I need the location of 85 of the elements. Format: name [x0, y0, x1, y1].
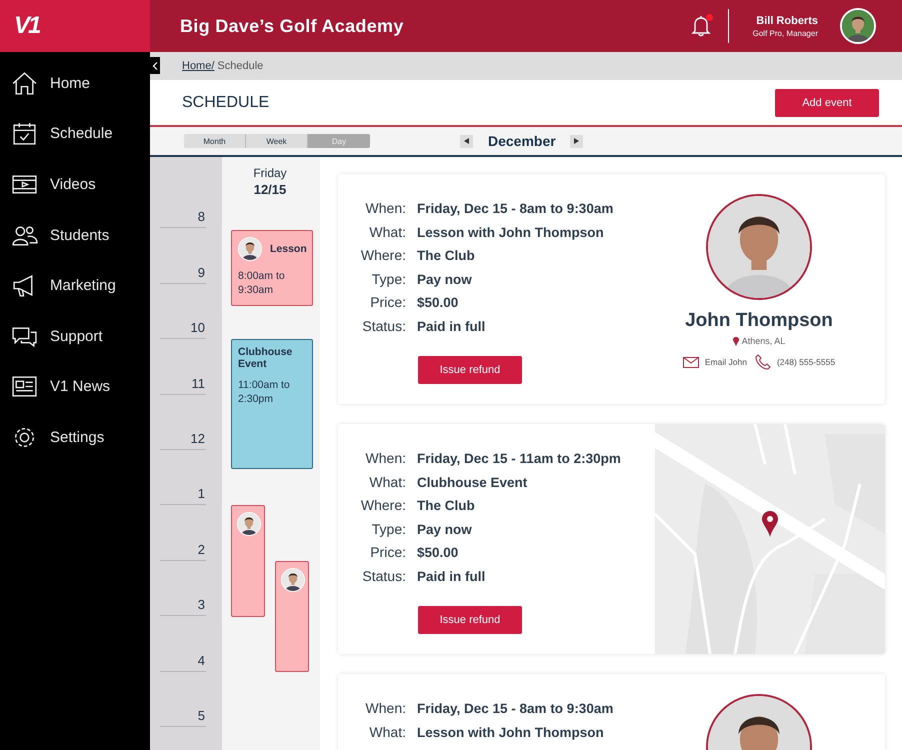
- triangle-left-icon: [464, 138, 469, 144]
- map-pin-icon: [762, 511, 778, 537]
- detail-value: Pay now: [417, 522, 472, 536]
- hour-label: 8: [198, 209, 206, 224]
- detail-label: What:: [368, 224, 406, 240]
- nav-item[interactable]: Support: [0, 310, 150, 362]
- detail-value: Pay now: [417, 272, 472, 286]
- detail-value: Paid in full: [417, 318, 486, 334]
- hour-label: 2: [198, 542, 206, 557]
- detail-value: $50.00: [417, 545, 458, 560]
- previous-month-button[interactable]: [460, 134, 473, 148]
- event-time: 8:00am to 9:30am: [238, 269, 286, 298]
- student-name: John Thompson: [685, 310, 833, 332]
- hour-label: 9: [198, 264, 206, 280]
- nav-item[interactable]: Marketing: [0, 260, 150, 311]
- detail-label: Status:: [361, 318, 406, 334]
- detail-value: Lesson with John Thompson: [417, 724, 604, 740]
- detail-label: Where:: [360, 247, 406, 263]
- nav-item[interactable]: Schedule: [0, 108, 150, 160]
- bell-icon[interactable]: [690, 15, 711, 37]
- detail-label: Where:: [360, 497, 406, 513]
- student-location: Athens, AL: [742, 336, 786, 346]
- event-block[interactable]: [231, 505, 265, 617]
- hour-label: 3: [198, 597, 206, 612]
- detail-value: Friday, Dec 15 - 11am to 2:30pm: [417, 451, 621, 466]
- detail-value: Friday, Dec 15 - 8am to 9:30am: [417, 701, 614, 716]
- month-label: December: [488, 133, 556, 149]
- view-tab[interactable]: Month: [184, 134, 246, 148]
- hour-label: 4: [198, 652, 206, 668]
- hour-label: 12: [190, 430, 206, 446]
- detail-value: $50.00: [417, 295, 458, 310]
- location-pin-icon: [732, 336, 739, 346]
- academy-title: Big Dave’s Golf Academy: [180, 16, 405, 36]
- event-block[interactable]: [275, 561, 309, 672]
- hour-label: 1: [198, 486, 206, 502]
- logo[interactable]: V1: [14, 12, 40, 40]
- nav-item[interactable]: V1 News: [0, 362, 150, 412]
- date-label: 12/15: [254, 182, 286, 197]
- issue-refund-button[interactable]: Issue refund: [418, 356, 522, 384]
- detail-label: What:: [368, 724, 406, 740]
- detail-value: Friday, Dec 15 - 8am to 9:30am: [417, 201, 614, 216]
- nav-item[interactable]: Settings: [0, 412, 150, 463]
- detail-label: Price:: [369, 294, 406, 310]
- detail-value: The Club: [417, 248, 475, 263]
- detail-label: When:: [364, 700, 406, 716]
- next-month-button[interactable]: [570, 134, 583, 148]
- breadcrumb-current: Schedule: [217, 60, 264, 72]
- issue-refund-button[interactable]: Issue refund: [418, 606, 522, 634]
- detail-label: Type:: [370, 520, 406, 536]
- event-title: Clubhouse Event: [238, 346, 294, 370]
- envelope-icon: [682, 356, 699, 368]
- add-event-button[interactable]: Add event: [775, 88, 879, 116]
- detail-value: The Club: [417, 498, 475, 513]
- event-title: Lesson: [270, 243, 307, 255]
- email-link[interactable]: Email John: [682, 356, 747, 368]
- detail-label: What:: [368, 474, 406, 490]
- chevron-left-icon: [152, 62, 158, 70]
- detail-label: When:: [364, 450, 406, 466]
- event-block[interactable]: Lesson 8:00am to 9:30am: [231, 230, 313, 306]
- nav-item[interactable]: Home: [0, 58, 150, 109]
- event-block[interactable]: Clubhouse Event 11:00am to 2:30pm: [231, 339, 313, 469]
- detail-label: Status:: [361, 568, 406, 584]
- hour-label: 5: [198, 708, 206, 723]
- detail-value: Lesson with John Thompson: [417, 224, 604, 240]
- nav-item[interactable]: Videos: [0, 159, 150, 210]
- detail-label: Price:: [369, 544, 406, 560]
- detail-value: Paid in full: [417, 568, 486, 584]
- detail-label: When:: [364, 200, 406, 216]
- calendar-icon: [11, 120, 38, 148]
- event-time: 11:00am to 2:30pm: [238, 378, 291, 406]
- phone-link[interactable]: (248) 555-5555: [754, 354, 836, 370]
- hour-label: 10: [190, 320, 206, 336]
- hour-label: 11: [192, 376, 206, 391]
- detail-value: Clubhouse Event: [417, 474, 528, 490]
- triangle-right-icon: [574, 138, 579, 144]
- user-role: Golf Pro, Manager: [752, 28, 818, 38]
- breadcrumb-link[interactable]: Home/: [182, 60, 214, 72]
- user-name: Bill Roberts: [756, 14, 818, 26]
- phone-icon: [754, 354, 771, 370]
- weekday-label: Friday: [253, 166, 287, 180]
- house-icon: [11, 70, 38, 97]
- nav-item[interactable]: Students: [0, 210, 150, 260]
- detail-label: Type:: [370, 270, 406, 286]
- collapse-button[interactable]: [150, 57, 160, 74]
- page-title: SCHEDULE: [182, 94, 270, 112]
